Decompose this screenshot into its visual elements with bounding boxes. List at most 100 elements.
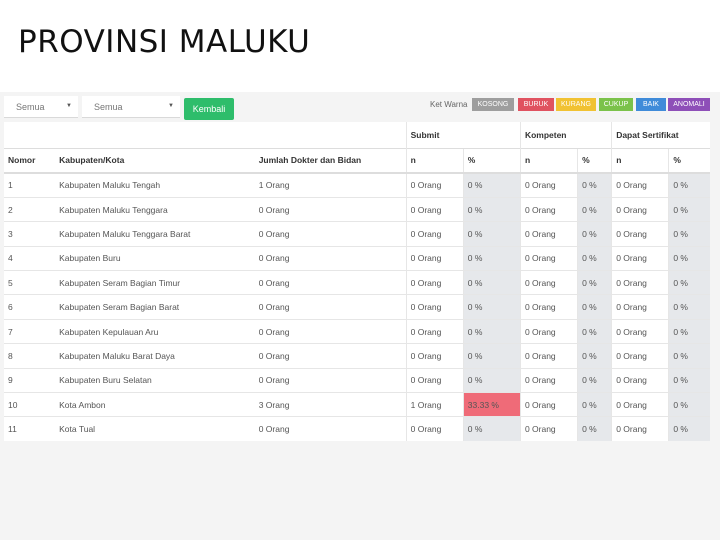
- table-row: 1 Kabupaten Maluku Tengah 1 Orang 0 Orang 0 …: [4, 172, 710, 198]
- cell-nomor: 10: [4, 392, 56, 417]
- col-sertifikat-n: n: [611, 147, 669, 174]
- cell-submit-n: 1 Orang: [405, 392, 464, 417]
- cell-kompeten-pct: 0 %: [577, 221, 612, 247]
- cell-submit-n: 0 Orang: [405, 318, 464, 344]
- cell-nomor: 5: [4, 270, 56, 295]
- cell-jumlah: 0 Orang: [254, 245, 407, 271]
- cell-kabupaten[interactable]: Kabupaten Kepulauan Aru: [55, 318, 255, 344]
- cell-kabupaten[interactable]: Kota Tual: [55, 416, 255, 442]
- cell-sertifikat-pct: 0 %: [668, 294, 710, 320]
- legend-chip-anomali: ANOMALI: [668, 98, 710, 111]
- cell-submit-pct: 0 %: [462, 343, 521, 369]
- group-submit: Submit: [405, 122, 521, 148]
- cell-sertifikat-n: 0 Orang: [611, 270, 669, 295]
- table-row: 4 Kabupaten Buru 0 Orang 0 Orang 0 % 0 Orang 0…: [4, 245, 710, 271]
- cell-jumlah: 0 Orang: [254, 343, 407, 369]
- cell-sertifikat-pct: 0 %: [668, 245, 710, 271]
- cell-sertifikat-n: 0 Orang: [611, 172, 669, 198]
- table-row: 10 Kota Ambon 3 Orang 1 Orang 33.33 % 0 Orang…: [4, 392, 710, 417]
- cell-kompeten-n: 0 Orang: [519, 221, 578, 247]
- legend-chip-kosong: KOSONG: [472, 98, 514, 111]
- col-kompeten-n: n: [519, 147, 578, 174]
- cell-kompeten-pct: 0 %: [577, 318, 612, 344]
- cell-sertifikat-pct: 0 %: [668, 416, 710, 442]
- cell-kompeten-n: 0 Orang: [519, 245, 578, 271]
- cell-kabupaten[interactable]: Kabupaten Maluku Tenggara Barat: [55, 221, 255, 247]
- col-submit-pct: %: [462, 147, 521, 174]
- cell-sertifikat-n: 0 Orang: [611, 245, 669, 271]
- cell-submit-n: 0 Orang: [405, 416, 464, 442]
- cell-jumlah: 3 Orang: [254, 392, 407, 417]
- col-jumlah: Jumlah Dokter dan Bidan: [254, 147, 407, 174]
- cell-submit-n: 0 Orang: [405, 367, 464, 393]
- cell-submit-n: 0 Orang: [405, 294, 464, 320]
- col-kompeten-pct: %: [577, 147, 612, 174]
- cell-kabupaten[interactable]: Kabupaten Buru Selatan: [55, 367, 255, 393]
- cell-kabupaten[interactable]: Kabupaten Seram Bagian Timur: [55, 270, 255, 295]
- table-row: 3 Kabupaten Maluku Tenggara Barat 0 Orang 0…: [4, 221, 710, 247]
- filter-select-2-value: Semua: [94, 102, 123, 112]
- group-kompeten: Kompeten: [519, 122, 612, 148]
- filter-select-2[interactable]: Semua ▼: [82, 96, 180, 118]
- col-kabupaten: Kabupaten/Kota: [55, 147, 255, 174]
- cell-kabupaten[interactable]: Kabupaten Maluku Tengah: [55, 172, 255, 198]
- cell-submit-n: 0 Orang: [405, 245, 464, 271]
- cell-kompeten-n: 0 Orang: [519, 294, 578, 320]
- col-submit-n: n: [405, 147, 464, 174]
- cell-kabupaten[interactable]: Kabupaten Buru: [55, 245, 255, 271]
- chevron-down-icon: ▼: [66, 103, 72, 109]
- cell-sertifikat-pct: 0 %: [668, 392, 710, 417]
- table-row: 5 Kabupaten Seram Bagian Timur 0 Orang 0 Or…: [4, 270, 710, 295]
- table-header: Nomor Kabupaten/Kota Jumlah Dokter dan B…: [4, 147, 710, 174]
- cell-jumlah: 0 Orang: [254, 416, 407, 442]
- cell-kabupaten[interactable]: Kabupaten Maluku Tenggara: [55, 196, 255, 222]
- filter-select-1[interactable]: Semua ▼: [4, 96, 78, 118]
- cell-kompeten-n: 0 Orang: [519, 392, 578, 417]
- cell-kabupaten[interactable]: Kota Ambon: [55, 392, 255, 417]
- cell-submit-pct: 0 %: [462, 294, 521, 320]
- filter-toolbar: Semua ▼ Semua ▼ Kembali Ket Warna KOSONG…: [0, 92, 720, 122]
- cell-sertifikat-n: 0 Orang: [611, 294, 669, 320]
- cell-kompeten-n: 0 Orang: [519, 367, 578, 393]
- legend-chip-cukup: CUKUP: [599, 98, 633, 111]
- cell-kabupaten[interactable]: Kabupaten Maluku Barat Daya: [55, 343, 255, 369]
- table-row: 2 Kabupaten Maluku Tenggara 0 Orang 0 Orang…: [4, 196, 710, 222]
- legend-chip-baik: BAIK: [636, 98, 666, 111]
- cell-sertifikat-pct: 0 %: [668, 367, 710, 393]
- cell-submit-pct: 0 %: [462, 172, 521, 198]
- cell-kabupaten[interactable]: Kabupaten Seram Bagian Barat: [55, 294, 255, 320]
- cell-kompeten-n: 0 Orang: [519, 318, 578, 344]
- cell-jumlah: 0 Orang: [254, 270, 407, 295]
- cell-kompeten-n: 0 Orang: [519, 343, 578, 369]
- cell-submit-pct: 0 %: [462, 318, 521, 344]
- cell-jumlah: 0 Orang: [254, 196, 407, 222]
- table-row: 9 Kabupaten Buru Selatan 0 Orang 0 Orang 0 %…: [4, 367, 710, 393]
- cell-sertifikat-n: 0 Orang: [611, 221, 669, 247]
- cell-kompeten-pct: 0 %: [577, 343, 612, 369]
- table-row: 11 Kota Tual 0 Orang 0 Orang 0 % 0 Orang 0 % 0 …: [4, 416, 710, 442]
- cell-kompeten-pct: 0 %: [577, 392, 612, 417]
- col-sertifikat-pct: %: [668, 147, 710, 174]
- cell-kompeten-n: 0 Orang: [519, 196, 578, 222]
- cell-nomor: 1: [4, 172, 56, 198]
- cell-nomor: 6: [4, 294, 56, 320]
- group-sertifikat: Dapat Sertifikat: [611, 122, 710, 148]
- cell-sertifikat-pct: 0 %: [668, 172, 710, 198]
- cell-sertifikat-n: 0 Orang: [611, 367, 669, 393]
- col-nomor: Nomor: [4, 147, 56, 174]
- cell-sertifikat-pct: 0 %: [668, 270, 710, 295]
- legend-label: Ket Warna: [430, 100, 468, 109]
- table-row: 6 Kabupaten Seram Bagian Barat 0 Orang 0 Or…: [4, 294, 710, 320]
- table-row: 8 Kabupaten Maluku Barat Daya 0 Orang 0 Ora…: [4, 343, 710, 369]
- back-button[interactable]: Kembali: [184, 98, 234, 120]
- table-row: 7 Kabupaten Kepulauan Aru 0 Orang 0 Orang 0 …: [4, 318, 710, 344]
- cell-sertifikat-n: 0 Orang: [611, 392, 669, 417]
- cell-sertifikat-pct: 0 %: [668, 343, 710, 369]
- cell-submit-pct: 0 %: [462, 196, 521, 222]
- cell-jumlah: 0 Orang: [254, 318, 407, 344]
- cell-kompeten-pct: 0 %: [577, 270, 612, 295]
- cell-kompeten-n: 0 Orang: [519, 416, 578, 442]
- cell-kompeten-pct: 0 %: [577, 294, 612, 320]
- cell-kompeten-pct: 0 %: [577, 245, 612, 271]
- cell-jumlah: 0 Orang: [254, 221, 407, 247]
